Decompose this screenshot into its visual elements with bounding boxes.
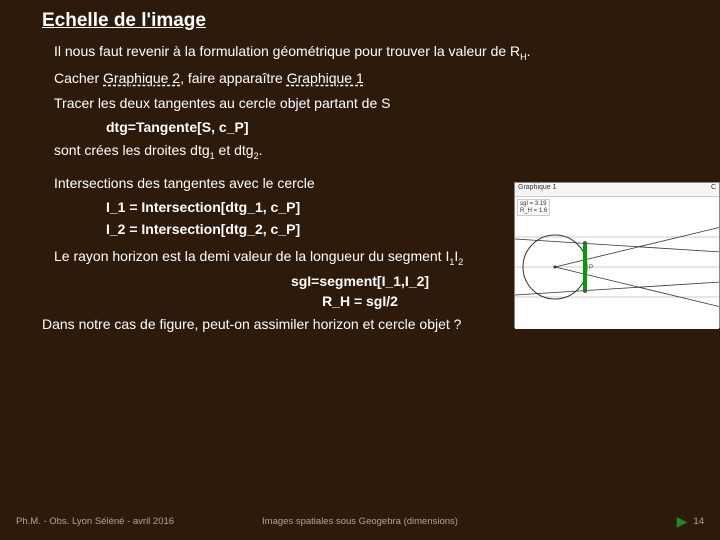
tracer-line: Tracer les deux tangentes au cercle obje… — [54, 94, 704, 113]
graphique-2: Graphique 2 — [103, 70, 180, 86]
footer-center: Images spatiales sous Geogebra (dimensio… — [262, 516, 458, 527]
figure-algebra: sgI = 3.19 R_H = 1.6 — [517, 199, 550, 216]
figure-topbar: Graphique 1 C — [515, 183, 719, 197]
intro-text-a: Il nous faut revenir à la formulation gé… — [54, 43, 520, 59]
intro-line: Il nous faut revenir à la formulation gé… — [54, 42, 704, 63]
svg-text:P: P — [589, 265, 593, 271]
page-number-group: ▶ 14 — [677, 513, 704, 530]
dtg-res-b: et dtg — [215, 142, 254, 158]
cacher-line: Cacher Graphique 2, faire apparaître Gra… — [54, 69, 704, 88]
figure-tab: Graphique 1 — [518, 184, 557, 195]
figure-body: sgI = 3.19 R_H = 1.6 P — [515, 197, 719, 329]
figure-svg: P — [515, 197, 719, 329]
rayon-a: Le rayon horizon est la demi valeur de l… — [54, 248, 449, 264]
footer-left: Ph.M. - Obs. Lyon Séléné - avril 2016 — [16, 516, 174, 527]
figure-close-icon: C — [711, 184, 716, 195]
page-number: 14 — [693, 516, 704, 527]
alg-sgi: sgI = 3.19 — [520, 201, 547, 208]
next-arrow-icon[interactable]: ▶ — [677, 513, 688, 530]
dtg-res-a: sont crées les droites dtg — [54, 142, 210, 158]
alg-rh: R_H = 1.6 — [520, 208, 547, 215]
intro-text-b: . — [527, 43, 531, 59]
graphique-1: Graphique 1 — [287, 70, 364, 86]
slide-title: Echelle de l'image — [42, 10, 704, 32]
embedded-figure: Graphique 1 C sgI = 3.19 R_H = 1.6 — [514, 182, 720, 328]
dtg-result-line: sont crées les droites dtg1 et dtg2. — [54, 141, 704, 162]
dtg-res-c: . — [259, 142, 263, 158]
code-dtg: dtg=Tangente[S, c_P] — [106, 119, 704, 135]
footer: Ph.M. - Obs. Lyon Séléné - avril 2016 Im… — [0, 513, 720, 530]
cacher-b: , faire apparaître — [180, 70, 287, 86]
sub-2b: 2 — [458, 256, 463, 266]
cacher-a: Cacher — [54, 70, 103, 86]
